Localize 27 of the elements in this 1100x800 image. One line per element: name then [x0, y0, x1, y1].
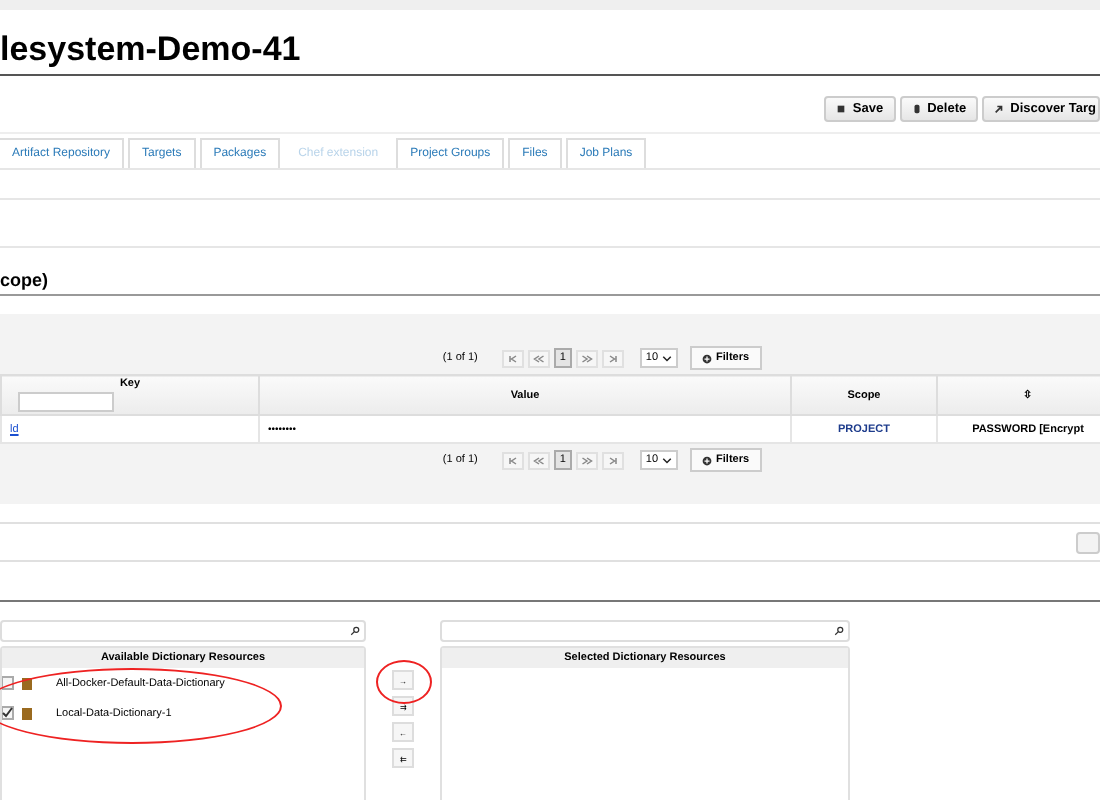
last-page-icon[interactable]: [601, 349, 624, 367]
search-icon: [350, 626, 360, 636]
plus-icon: [702, 455, 713, 465]
book-icon: [22, 707, 32, 719]
panel-button[interactable]: [1076, 531, 1100, 553]
previous-page-icon[interactable]: [527, 451, 550, 469]
search-icon: [834, 626, 844, 636]
plus-icon: [702, 353, 713, 363]
book-icon: [22, 677, 32, 689]
section-title: cope): [0, 248, 1100, 296]
search-field[interactable]: [440, 620, 850, 642]
trash-icon: [911, 104, 922, 114]
next-page-icon[interactable]: [575, 349, 598, 367]
caret-icon: [662, 457, 673, 463]
previous-page-icon[interactable]: [527, 349, 550, 367]
last-page-icon[interactable]: [601, 451, 624, 469]
checkbox[interactable]: [2, 676, 14, 690]
search-field[interactable]: [0, 620, 366, 642]
circle-annotation: [376, 660, 432, 704]
first-page-icon[interactable]: [501, 451, 524, 469]
first-page-icon[interactable]: [501, 349, 524, 367]
checkbox[interactable]: [2, 706, 14, 720]
arrow-icon: [994, 104, 1005, 114]
next-page-icon[interactable]: [575, 451, 598, 469]
caret-icon: [662, 355, 673, 361]
page-title: lesystem-Demo-41: [0, 30, 1100, 76]
key-filter-field[interactable]: [18, 392, 114, 412]
